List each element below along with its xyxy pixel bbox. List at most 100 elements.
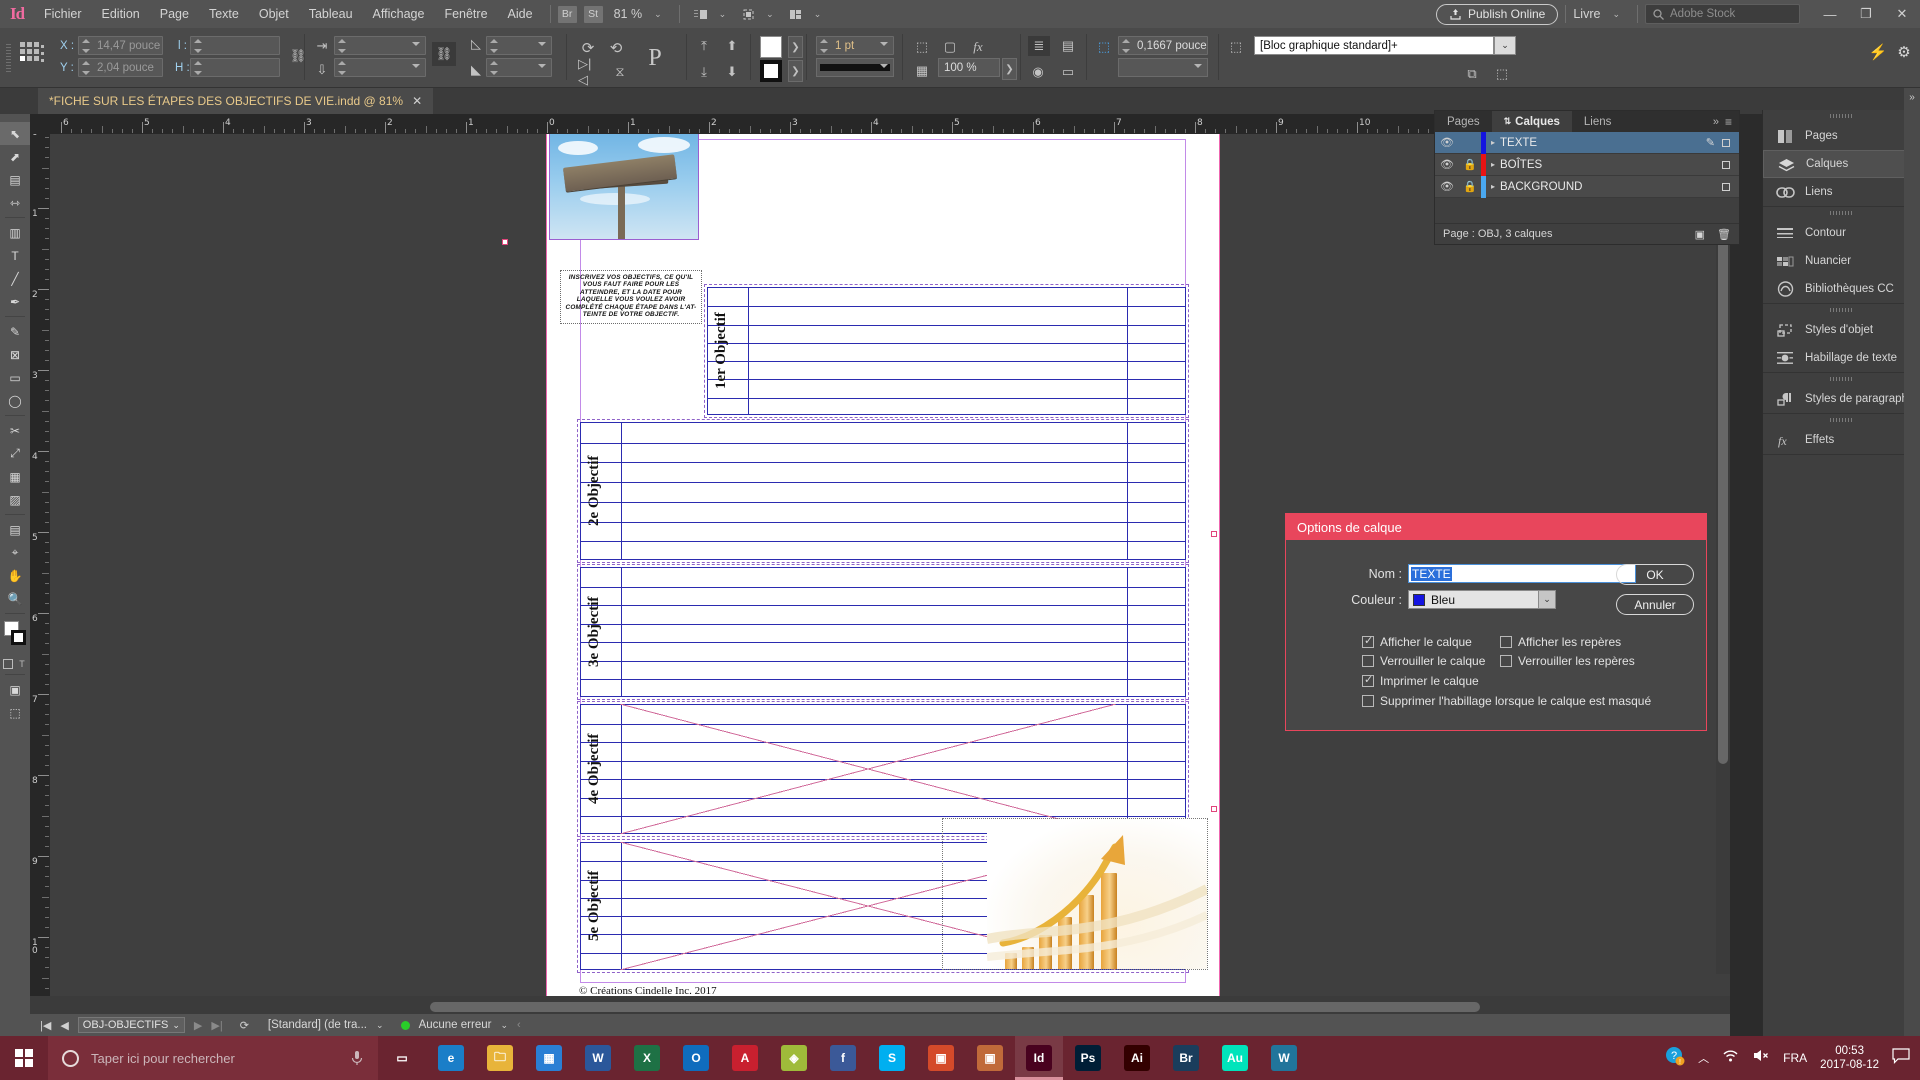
menu-edition[interactable]: Edition: [92, 0, 150, 28]
format-affects-text-icon[interactable]: T: [17, 659, 27, 669]
wrap-type-field[interactable]: [1118, 58, 1208, 77]
gap-tool[interactable]: ⇿: [0, 191, 30, 214]
action-center-help-icon[interactable]: ?!: [1665, 1046, 1685, 1071]
dock-group-grip[interactable]: [1763, 373, 1920, 385]
taskbar-bridge-icon[interactable]: Br: [1162, 1036, 1210, 1080]
fill-swatch[interactable]: [760, 36, 782, 58]
normal-view-mode-icon[interactable]: ▣: [0, 678, 30, 701]
checkbox-verrouiller-calque[interactable]: Verrouiller le calque: [1362, 654, 1485, 668]
arrange-dropdown-icon[interactable]: ⌄: [814, 9, 822, 20]
control-bar-grip[interactable]: [6, 44, 11, 72]
taskbar-facebook-icon[interactable]: f: [819, 1036, 867, 1080]
start-button[interactable]: [0, 1036, 48, 1080]
adobe-stock-search[interactable]: Adobe Stock: [1645, 4, 1800, 24]
objective-label[interactable]: 4e Objectif: [586, 710, 616, 828]
language-indicator[interactable]: FRA: [1783, 1051, 1807, 1065]
format-affects-row[interactable]: T: [0, 657, 30, 671]
checkbox-box[interactable]: [1500, 655, 1512, 667]
constrain-proportions-icon[interactable]: ⛓: [288, 46, 308, 66]
pencil-tool[interactable]: ✎: [0, 320, 30, 343]
menu-texte[interactable]: Texte: [199, 0, 249, 28]
objective-label[interactable]: 2e Objectif: [586, 428, 616, 554]
notifications-icon[interactable]: [1892, 1047, 1910, 1069]
stroke-style-field[interactable]: [816, 58, 894, 77]
color-dropdown-icon[interactable]: ⌄: [1538, 591, 1555, 608]
taskbar-outlook-icon[interactable]: O: [672, 1036, 720, 1080]
scissors-tool[interactable]: ✂: [0, 419, 30, 442]
dock-item-pages[interactable]: Pages: [1763, 122, 1920, 150]
tab-pages[interactable]: Pages: [1435, 111, 1492, 132]
taskbar-indesign-icon[interactable]: Id: [1015, 1036, 1063, 1080]
checkbox-box[interactable]: [1362, 695, 1374, 707]
dock-item-styles-d-objet[interactable]: Styles d'objet: [1763, 316, 1920, 344]
fill-stroke-proxy[interactable]: [0, 617, 30, 657]
text-wrap-shape-icon[interactable]: ◉: [1028, 62, 1048, 82]
tab-liens[interactable]: Liens: [1572, 111, 1624, 132]
hand-tool[interactable]: ✋: [0, 564, 30, 587]
ellipse-tool[interactable]: ◯: [0, 389, 30, 412]
taskbar-photoshop-icon[interactable]: Ps: [1064, 1036, 1112, 1080]
scale-x-field[interactable]: [334, 36, 426, 55]
break-link-icon[interactable]: ⬚: [1492, 64, 1512, 84]
taskbar-clock[interactable]: 00:53 2017-08-12: [1820, 1044, 1879, 1072]
dock-item-contour[interactable]: Contour: [1763, 219, 1920, 247]
restore-button[interactable]: ❐: [1848, 0, 1884, 28]
scale-y-field[interactable]: [334, 58, 426, 77]
pen-tool[interactable]: ✒: [0, 290, 30, 313]
volume-muted-icon[interactable]: [1752, 1048, 1770, 1068]
tray-expand-icon[interactable]: ︿: [1698, 1050, 1709, 1066]
preview-mode-icon[interactable]: ⬚: [0, 701, 30, 724]
object-style-field[interactable]: [Bloc graphique standard]+: [1254, 36, 1494, 55]
panel-menu-icon[interactable]: ≡: [1725, 115, 1732, 129]
wifi-icon[interactable]: [1722, 1048, 1739, 1068]
x-field[interactable]: 14,47 pouce: [78, 36, 163, 55]
minimize-button[interactable]: —: [1812, 0, 1848, 28]
send-backward-icon[interactable]: ⬇: [722, 62, 742, 82]
stroke-weight-field[interactable]: 1 pt: [816, 36, 894, 55]
dock-item-calques[interactable]: Calques: [1763, 150, 1920, 178]
fill-color-control[interactable]: ❯: [760, 36, 803, 58]
checkbox-imprimer-calque[interactable]: Imprimer le calque: [1362, 673, 1479, 688]
selection-handle[interactable]: [502, 239, 508, 245]
layer-row-texte[interactable]: 👁 ▸ TEXTE ✎: [1435, 131, 1739, 154]
gradient-feather-tool[interactable]: ▨: [0, 488, 30, 511]
menu-objet[interactable]: Objet: [249, 0, 299, 28]
horizontal-scroll-thumb[interactable]: [430, 1002, 1480, 1012]
dock-group-grip[interactable]: [1763, 207, 1920, 219]
taskbar-audition-icon[interactable]: Au: [1211, 1036, 1259, 1080]
workspace-dropdown-icon[interactable]: ⌄: [1612, 9, 1620, 20]
document-tab-close-icon[interactable]: ✕: [412, 94, 422, 108]
gradient-swatch-tool[interactable]: ▦: [0, 465, 30, 488]
checkbox-afficher-reperes[interactable]: Afficher les repères: [1500, 635, 1621, 649]
reference-point-proxy[interactable]: [20, 42, 54, 76]
width-field[interactable]: [190, 36, 280, 55]
preflight-icon[interactable]: ⟳: [240, 1019, 249, 1032]
menu-affichage[interactable]: Affichage: [363, 0, 435, 28]
free-transform-tool[interactable]: ⤢: [0, 442, 30, 465]
taskbar-wordpress-icon[interactable]: W: [1260, 1036, 1308, 1080]
layer-name-input[interactable]: TEXTE: [1408, 564, 1636, 583]
ok-button[interactable]: OK: [1616, 564, 1694, 585]
layer-row-background[interactable]: 👁 🔒 ▸ BACKGROUND: [1435, 175, 1739, 198]
taskbar-excel-icon[interactable]: X: [623, 1036, 671, 1080]
content-collector-tool[interactable]: ▥: [0, 221, 30, 244]
dock-group-grip[interactable]: [1763, 304, 1920, 316]
zoom-dropdown-icon[interactable]: ⌄: [654, 9, 662, 20]
screen-mode-dropdown-icon[interactable]: ⌄: [766, 9, 774, 20]
previous-page-icon[interactable]: ◀: [60, 1019, 68, 1032]
headline-text[interactable]: INSCRIVEZ VOS OBJECTIFS, CE QU'IL VOUS F…: [560, 270, 702, 324]
stroke-swatch[interactable]: [760, 60, 782, 82]
taskbar-skype-icon[interactable]: S: [868, 1036, 916, 1080]
selection-tool[interactable]: ⬉: [0, 122, 30, 145]
page-number-field[interactable]: OBJ-OBJECTIFS ⌄: [77, 1017, 185, 1033]
close-button[interactable]: ✕: [1884, 0, 1920, 28]
flip-vertical-icon[interactable]: ⧖: [610, 62, 630, 82]
dock-item-effets[interactable]: fx Effets: [1763, 426, 1920, 454]
opacity-dropdown-icon[interactable]: ❯: [1002, 58, 1017, 80]
cancel-button[interactable]: Annuler: [1616, 594, 1694, 615]
selection-handle[interactable]: [1211, 806, 1217, 812]
control-panel-menu-icon[interactable]: ⚙: [1894, 42, 1914, 62]
text-wrap-jump-icon[interactable]: ▭: [1058, 62, 1078, 82]
layer-color-select[interactable]: Bleu ⌄: [1408, 590, 1556, 609]
checkbox-box[interactable]: [1362, 634, 1374, 648]
